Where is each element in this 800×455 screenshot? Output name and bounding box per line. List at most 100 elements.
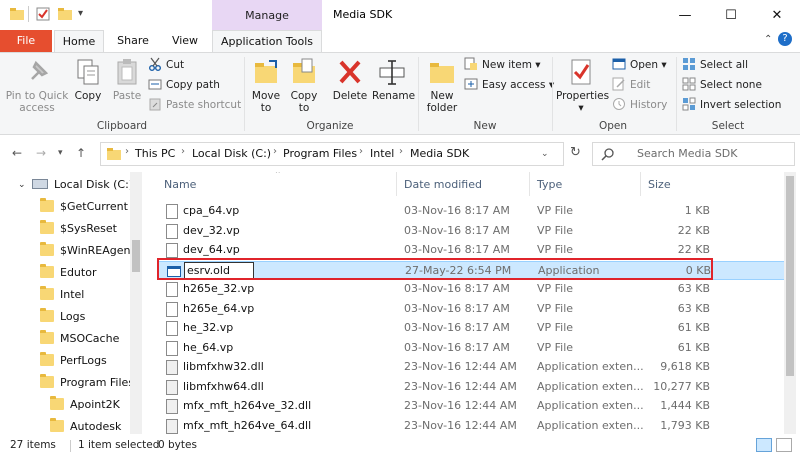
file-date: 23-Nov-16 12:44 AM (404, 418, 517, 432)
minimize-button[interactable]: — (662, 0, 708, 30)
nav-item-winreagent[interactable]: $WinREAgent (40, 241, 135, 261)
address-dropdown-icon[interactable]: ⌄ (541, 149, 549, 159)
paste-shortcut-button[interactable]: Paste shortcut (148, 96, 241, 114)
open-group-label: Open (598, 120, 628, 132)
copy-button[interactable]: Copy (72, 57, 104, 102)
nav-item-sysreset[interactable]: $SysReset (40, 219, 117, 239)
file-row[interactable]: libmfxhw32.dll 23-Nov-16 12:44 AM Applicat… (158, 358, 786, 377)
file-date: 03-Nov-16 8:17 AM (404, 204, 510, 217)
file-row[interactable]: he_64.vp 03-Nov-16 8:17 AM VP File 61 KB (158, 339, 786, 358)
file-scroll-thumb[interactable] (786, 176, 794, 376)
new-folder-quick-icon[interactable] (58, 7, 72, 21)
tab-share[interactable]: Share (110, 30, 156, 52)
file-row[interactable]: h265e_32.vp 03-Nov-16 8:17 AM VP File 63 KB (158, 280, 786, 299)
address-bar[interactable]: › This PC › Local Disk (C:) › Program Fi… (100, 142, 564, 166)
file-size: 1 KB (684, 204, 710, 217)
paste-icon (110, 57, 144, 87)
nav-item-perflogs[interactable]: PerfLogs (40, 351, 107, 371)
open-icon (612, 58, 630, 71)
file-row[interactable]: mfx_mft_h264ve_64.dll 23-Nov-16 12:44 AM A… (158, 417, 786, 435)
file-size: 1,444 KB (660, 399, 710, 412)
delete-button[interactable]: Delete (330, 57, 370, 102)
file-list-scrollbar[interactable] (784, 172, 796, 434)
column-header-type[interactable]: Type (537, 178, 562, 191)
new-item-button[interactable]: New item ▾ (464, 56, 541, 74)
close-button[interactable]: ✕ (754, 0, 800, 30)
search-box[interactable]: Search Media SDK (592, 142, 795, 166)
expand-chevron-icon[interactable]: ⌄ (18, 175, 26, 195)
nav-scroll-thumb[interactable] (132, 240, 140, 272)
file-row[interactable]: libmfxhw64.dll 23-Nov-16 12:44 AM Applicat… (158, 378, 786, 397)
nav-item-msocache[interactable]: MSOCache (40, 329, 119, 349)
dll-icon (166, 418, 178, 434)
nav-item-logs[interactable]: Logs (40, 307, 85, 327)
folder-icon (40, 374, 54, 388)
move-to-button[interactable]: Move to (250, 57, 282, 114)
customize-quick-access-icon[interactable]: ▾ (78, 8, 92, 22)
history-button[interactable]: History (612, 96, 667, 114)
tab-application-tools[interactable]: Application Tools (212, 30, 322, 52)
copy-path-button[interactable]: Copy path (148, 76, 220, 94)
file-row[interactable]: he_32.vp 03-Nov-16 8:17 AM VP File 61 KB (158, 319, 786, 338)
folder-icon (40, 198, 54, 212)
breadcrumb-program-files[interactable]: Program Files (283, 147, 357, 160)
open-button[interactable]: Open ▾ (612, 56, 667, 74)
breadcrumb-media-sdk[interactable]: Media SDK (410, 147, 469, 160)
paste-button[interactable]: Paste (110, 57, 144, 102)
tab-view[interactable]: View (162, 30, 208, 52)
file-date: 03-Nov-16 8:17 AM (404, 321, 510, 334)
up-arrow-icon[interactable]: ↑ (76, 146, 86, 160)
nav-item-getcurrent[interactable]: $GetCurrent (40, 197, 128, 217)
file-row[interactable]: h265e_64.vp 03-Nov-16 8:17 AM VP File 63 KB (158, 300, 786, 319)
pin-label: Pin to Quick (5, 90, 69, 102)
forward-arrow-icon[interactable]: → (36, 146, 46, 160)
file-size: 63 KB (677, 282, 710, 295)
nav-item-intel[interactable]: Intel (40, 285, 84, 305)
refresh-icon[interactable]: ↻ (570, 145, 581, 160)
edit-button[interactable]: Edit (612, 76, 650, 94)
large-icons-view-icon[interactable] (776, 438, 792, 452)
cut-button[interactable]: Cut (148, 56, 184, 74)
nav-item-edutor[interactable]: Edutor (40, 263, 96, 283)
file-size: 63 KB (677, 301, 710, 315)
column-header-date[interactable]: Date modified (404, 178, 482, 191)
select-none-button[interactable]: Select none (682, 76, 762, 94)
folder-icon (50, 418, 64, 432)
nav-label: Intel (60, 288, 85, 301)
column-header-size[interactable]: Size (648, 178, 671, 191)
breadcrumb-intel[interactable]: Intel (370, 147, 394, 160)
new-folder-button[interactable]: New folder (424, 57, 460, 114)
copy-to-button[interactable]: Copy to (288, 57, 320, 114)
nav-item-local-disk[interactable]: ⌄ Local Disk (C:) (18, 175, 133, 195)
tab-home[interactable]: Home (54, 30, 104, 52)
help-icon[interactable]: ? (778, 32, 792, 46)
file-row[interactable]: cpa_64.vp 03-Nov-16 8:17 AM VP File 1 KB (158, 202, 786, 221)
select-all-button[interactable]: Select all (682, 56, 748, 74)
details-view-icon[interactable] (756, 438, 772, 452)
drive-icon (32, 179, 48, 189)
pin-to-quick-access-button[interactable]: Pin to Quick access (4, 57, 70, 114)
breadcrumb-this-pc[interactable]: This PC (135, 147, 175, 160)
recent-locations-icon[interactable]: ▾ (58, 148, 63, 158)
easy-access-button[interactable]: Easy access ▾ (464, 76, 554, 94)
rename-button[interactable]: Rename (372, 57, 415, 102)
properties-button[interactable]: Properties ▾ (556, 57, 609, 114)
copy-path-icon (148, 79, 166, 91)
nav-item-program-files[interactable]: Program Files (40, 373, 134, 393)
properties-quick-icon[interactable] (36, 7, 50, 21)
maximize-button[interactable]: ☐ (708, 0, 754, 30)
column-header-name[interactable]: Name (164, 178, 196, 191)
breadcrumb-local-disk[interactable]: Local Disk (C:) (192, 147, 271, 160)
nav-item-autodesk[interactable]: Autodesk (50, 417, 121, 434)
folder-icon (107, 148, 121, 163)
file-row[interactable]: mfx_mft_h264ve_32.dll 23-Nov-16 12:44 AM A… (158, 397, 786, 416)
file-row[interactable]: dev_32.vp 03-Nov-16 8:17 AM VP File 22 KB (158, 222, 786, 241)
sort-ascending-icon: ⌃ (274, 172, 282, 180)
invert-selection-button[interactable]: Invert selection (682, 96, 781, 114)
nav-item-apoint2k[interactable]: Apoint2K (50, 395, 120, 415)
back-arrow-icon[interactable]: ← (12, 146, 22, 160)
select-group-label: Select (711, 120, 745, 132)
nav-pane-scrollbar[interactable] (130, 172, 142, 434)
collapse-ribbon-icon[interactable]: ⌃ (764, 34, 772, 45)
tab-file[interactable]: File (0, 30, 52, 52)
